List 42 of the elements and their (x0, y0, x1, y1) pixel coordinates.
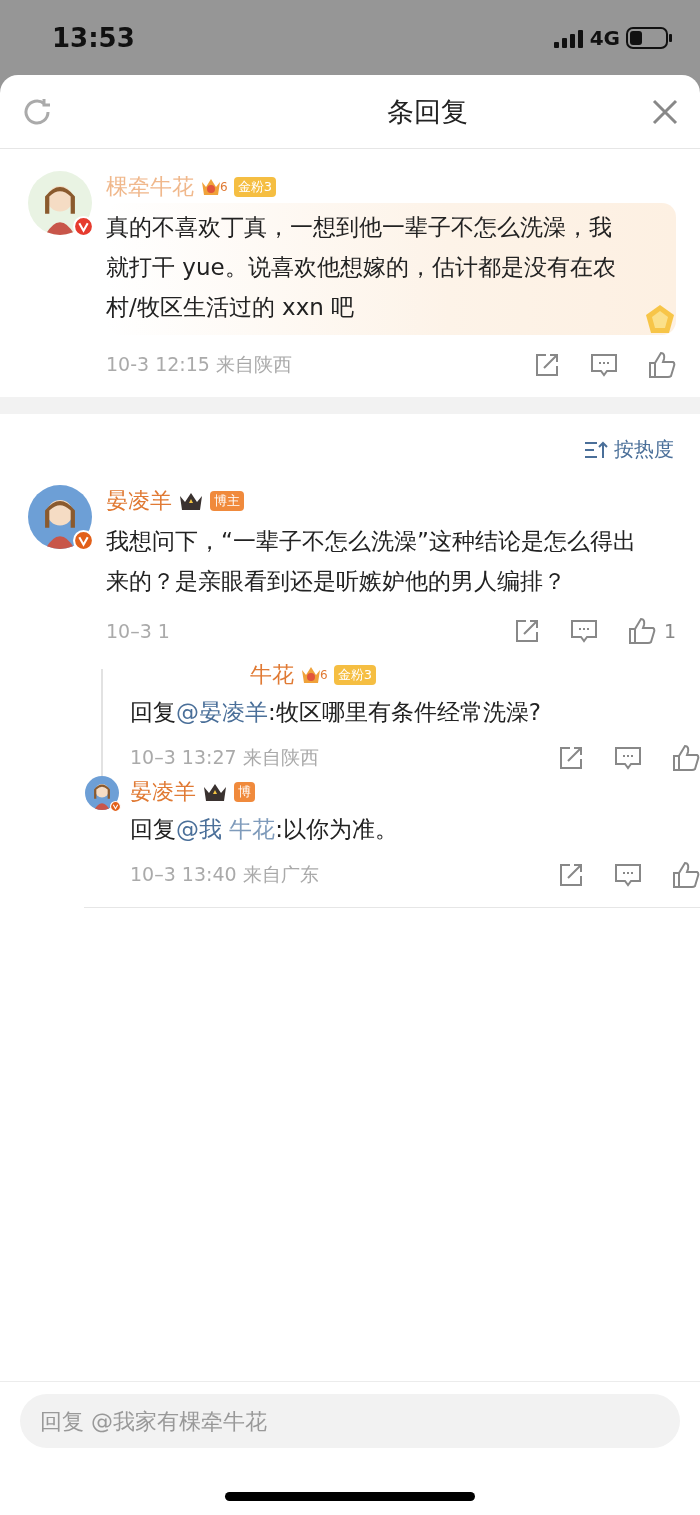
reply-input[interactable]: 回复 @我家有棵牵牛花 (20, 1394, 680, 1448)
user-badge: 博主 (210, 491, 244, 511)
comment-icon[interactable] (614, 862, 642, 888)
comment-icon[interactable] (590, 352, 618, 378)
user-badge: 金粉3 (333, 665, 376, 685)
share-icon[interactable] (513, 618, 540, 644)
verified-icon (110, 801, 121, 812)
reply-text: 回复@晏凌羊:牧区哪里有条件经常洗澡? (130, 698, 542, 727)
reply-text: 回复@我 牛花:以你为准。 (130, 815, 400, 844)
like-count: 1 (663, 620, 676, 642)
like-icon[interactable] (672, 744, 700, 772)
sheet-title: 条回复 (386, 94, 468, 129)
comment-icon[interactable] (614, 745, 642, 771)
user-name[interactable]: 晏凌羊 (106, 486, 172, 516)
comment-meta: 10–3 13:27 来自陕西 (130, 745, 319, 770)
share-icon[interactable] (534, 352, 560, 378)
status-time: 13:53 (52, 22, 135, 53)
share-icon[interactable] (558, 745, 584, 771)
battery-icon (626, 26, 672, 49)
like-icon[interactable] (672, 861, 700, 889)
share-icon[interactable] (558, 862, 584, 888)
like-icon[interactable] (627, 617, 656, 645)
user-name[interactable]: 晏凌羊 (130, 777, 196, 807)
user-name[interactable]: 牛花 (250, 660, 294, 690)
user-badge: 金粉3 (233, 177, 276, 197)
comment-text: 我想问下，“一辈子不怎么洗澡”这种结论是怎么得出来的？是亲眼看到还是听嫉妒他的男人编排？ (106, 527, 637, 596)
comment-meta: 10–3 13:40 来自广东 (130, 862, 319, 887)
comment-icon[interactable] (569, 618, 598, 644)
network-label: 4G (589, 25, 620, 50)
comment-meta: 10–3 1 (106, 620, 170, 642)
signal-icon (553, 27, 584, 48)
comment-meta: 10-3 12:15 来自陕西 (106, 352, 292, 377)
refresh-icon[interactable] (22, 96, 52, 127)
level-number: 6 (320, 668, 328, 682)
sort-button[interactable]: 按热度 (584, 436, 674, 463)
like-icon[interactable] (648, 351, 676, 379)
close-icon[interactable] (652, 98, 678, 125)
comment-text: 真的不喜欢丁真，一想到他一辈子不怎么洗澡，我就打干 yue。说喜欢他想嫁的，估计都是没有在农村/牧区生活过的 xxn 吧 (106, 213, 617, 322)
sort-icon (584, 439, 608, 460)
user-badge: 博 (234, 782, 255, 802)
user-name[interactable]: 棵牵牛花 (106, 172, 194, 202)
level-number: 6 (220, 180, 228, 194)
